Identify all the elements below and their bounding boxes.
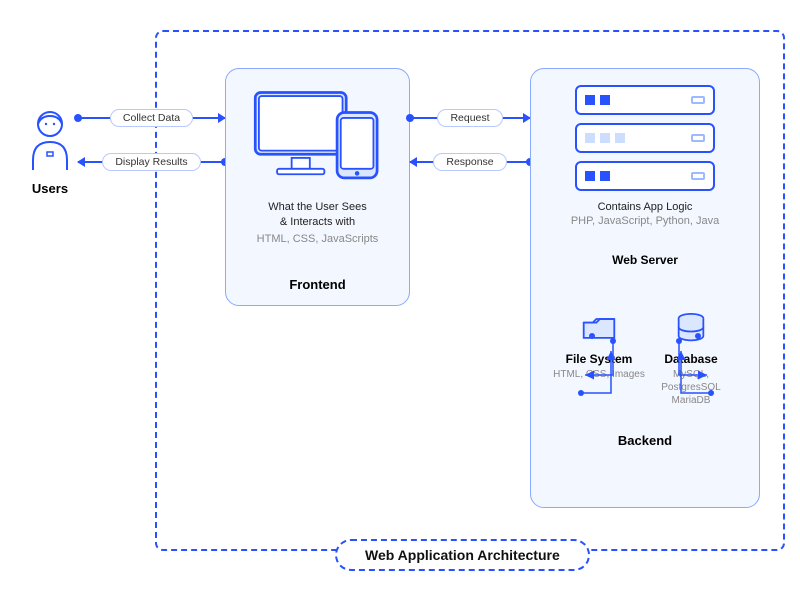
- server-unit: [575, 123, 715, 153]
- frontend-desc: What the User Sees & Interacts with: [238, 200, 397, 231]
- text: & Interacts with: [280, 216, 355, 228]
- devices-icon: [248, 87, 388, 187]
- frontend-tech: HTML, CSS, JavaScripts: [238, 233, 397, 245]
- arrow-label: Request: [437, 109, 502, 127]
- frontend-title: Frontend: [238, 277, 397, 292]
- arrow-label: Response: [433, 153, 506, 171]
- server-unit: [575, 161, 715, 191]
- frontend-node: What the User Sees & Interacts with HTML…: [225, 68, 410, 306]
- server-rack-icon: [575, 85, 715, 191]
- text: What the User Sees: [268, 201, 366, 213]
- arrow-response: Response: [410, 150, 530, 174]
- backend-title: Backend: [543, 433, 747, 448]
- arrows-user-frontend: Collect Data Display Results: [78, 106, 225, 174]
- users-label: Users: [20, 181, 80, 196]
- backend-node: Contains App Logic PHP, JavaScript, Pyth…: [530, 68, 760, 508]
- arrow-collect-data: Collect Data: [78, 106, 225, 130]
- backend-tech: PHP, JavaScript, Python, Java: [543, 215, 747, 227]
- arrow-label: Collect Data: [110, 109, 193, 127]
- user-icon: [29, 110, 71, 170]
- server-unit: [575, 85, 715, 115]
- arrow-display-results: Display Results: [78, 150, 225, 174]
- diagram-title: Web Application Architecture: [335, 539, 590, 571]
- backend-desc: Contains App Logic: [543, 201, 747, 213]
- arrows-frontend-backend: Request Response: [410, 106, 530, 174]
- users-node: Users: [20, 110, 80, 196]
- arrow-request: Request: [410, 106, 530, 130]
- web-server-label: Web Server: [543, 253, 747, 267]
- arrow-label: Display Results: [102, 153, 200, 171]
- webserver-connectors: [553, 337, 739, 407]
